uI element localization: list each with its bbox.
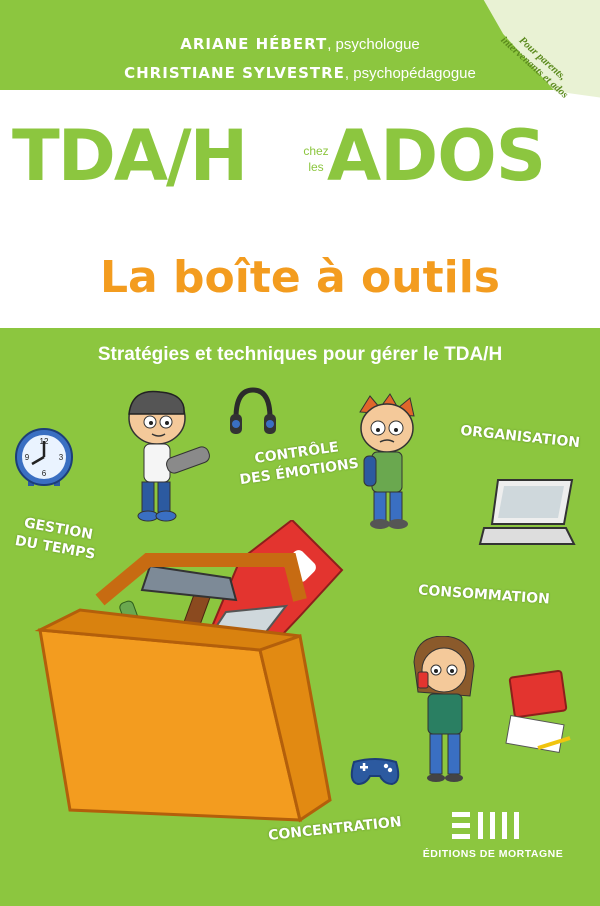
clock-icon: 12 3 6 9	[15, 428, 73, 486]
author-1-name: ARIANE HÉBERT	[180, 35, 328, 53]
game-controller-icon	[350, 758, 400, 786]
clock-number-3: 3	[59, 453, 64, 462]
clock-number-12: 12	[40, 437, 49, 446]
title-left: TDA/H	[12, 115, 248, 197]
publisher-name: ÉDITIONS DE MORTAGNE	[422, 848, 564, 860]
toolbox-icon	[34, 520, 344, 823]
clock-number-6: 6	[42, 469, 47, 478]
publisher-logo	[452, 812, 519, 839]
headphones-icon	[230, 387, 276, 434]
tagline: Stratégies et techniques pour gérer le T…	[97, 344, 503, 365]
notebook-icon	[505, 669, 571, 754]
title-right: ADOS	[327, 115, 546, 197]
book-title: TDA/H chez les ADOS	[0, 115, 600, 205]
clock-number-9: 9	[25, 453, 30, 462]
skater-boy-illustration	[128, 390, 210, 522]
author-2-name: CHRISTIANE SYLVESTRE	[124, 64, 345, 82]
author-1: ARIANE HÉBERT, psychologue	[0, 30, 600, 59]
author-2-role: , psychopédagogue	[344, 65, 476, 82]
book-subtitle: La boîte à outils	[100, 252, 500, 303]
authors: ARIANE HÉBERT, psychologue CHRISTIANE SY…	[0, 30, 600, 88]
girl-phone-illustration	[413, 636, 475, 782]
author-1-role: , psychologue	[327, 36, 420, 53]
book-cover: Pour parents, intervenants et ados ARIAN…	[0, 0, 600, 906]
laptop-icon	[478, 479, 576, 545]
author-2: CHRISTIANE SYLVESTRE, psychopédagogue	[0, 59, 600, 88]
